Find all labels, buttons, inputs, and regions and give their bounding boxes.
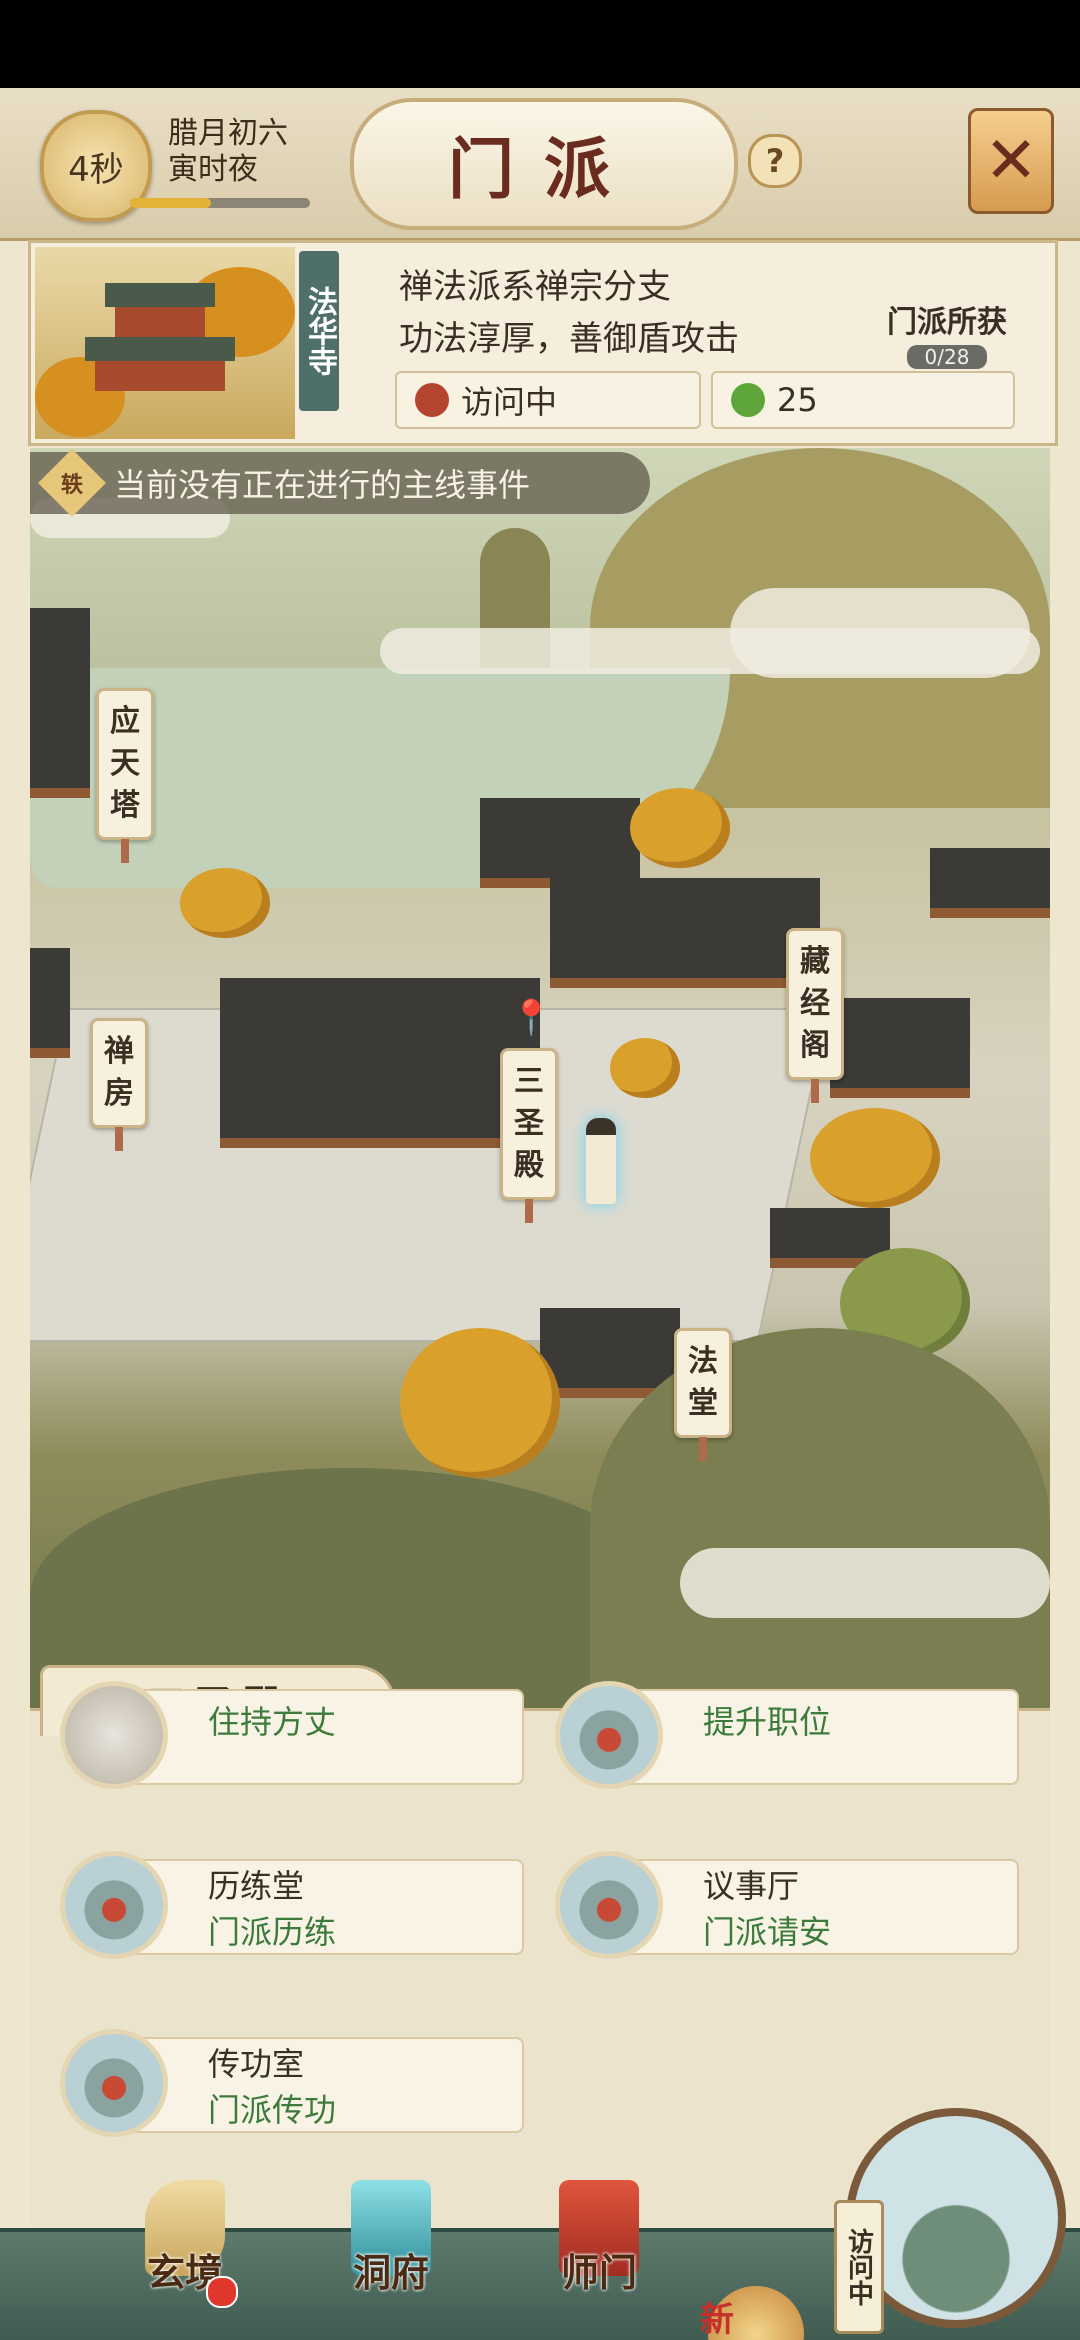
sect-description: 禅法派系禅宗分支 功法淳厚，善御盾攻击 bbox=[399, 261, 739, 365]
action-card-promote[interactable]: 提升职位 bbox=[555, 1681, 1019, 1789]
building-avatar bbox=[555, 1851, 663, 1959]
new-badge: 新 bbox=[700, 2300, 734, 2340]
ginkgo-tree bbox=[400, 1328, 560, 1478]
date-line-1: 腊月初六 bbox=[168, 116, 288, 151]
pagoda-building bbox=[30, 608, 90, 798]
nav-shimen[interactable]: 师门 bbox=[524, 2180, 674, 2332]
building-avatar bbox=[555, 1681, 663, 1789]
hall-building bbox=[550, 878, 820, 988]
lantern-icon bbox=[415, 383, 449, 417]
hall-building bbox=[480, 798, 640, 888]
visit-status-text: 访问中 bbox=[461, 383, 558, 421]
card-name: 传功室 bbox=[208, 2045, 305, 2083]
nav-world-label[interactable]: 人间 bbox=[880, 2336, 968, 2340]
action-label: 门派传功 bbox=[208, 2091, 337, 2129]
location-sign-yingtianta[interactable]: 应天塔 bbox=[96, 688, 154, 863]
game-date: 腊月初六 寅时夜 bbox=[168, 116, 288, 188]
cloud bbox=[730, 588, 1030, 678]
timer-text: 4秒 bbox=[68, 149, 124, 190]
ginkgo-tree bbox=[630, 788, 730, 868]
time-progress-bar bbox=[130, 198, 310, 208]
close-button[interactable]: ✕ bbox=[968, 108, 1054, 214]
sect-name-ribbon: 法华寺 bbox=[299, 251, 339, 411]
achievements-count: 0/28 bbox=[906, 345, 988, 369]
side-building bbox=[930, 848, 1050, 918]
notification-dot bbox=[206, 2276, 238, 2308]
nav-dongfu[interactable]: 洞府 bbox=[316, 2180, 466, 2332]
action-label: 门派历练 bbox=[208, 1913, 337, 1951]
jade-coin-icon bbox=[731, 383, 765, 417]
date-line-2: 寅时夜 bbox=[168, 152, 258, 187]
main-hall-building bbox=[220, 978, 540, 1148]
player-character[interactable] bbox=[586, 1118, 616, 1204]
help-icon[interactable]: ? bbox=[748, 134, 802, 188]
main-quest-banner[interactable]: 轶 当前没有正在进行的主线事件 bbox=[30, 449, 650, 517]
card-name: 议事厅 bbox=[703, 1867, 800, 1905]
location-sign-chanfang[interactable]: 禅房 bbox=[90, 1018, 148, 1151]
visiting-tag: 访问中 bbox=[834, 2200, 884, 2334]
sect-info-panel: 法华寺 禅法派系禅宗分支 功法淳厚，善御盾攻击 访问中 25 门派所获 0/28 bbox=[28, 240, 1058, 446]
sect-desc-line-1: 禅法派系禅宗分支 bbox=[399, 267, 671, 307]
ginkgo-tree bbox=[610, 1038, 680, 1098]
top-bar: 4秒 腊月初六 寅时夜 门派 ? ✕ bbox=[0, 88, 1080, 241]
time-progress-fill bbox=[130, 198, 211, 208]
sect-map[interactable]: 轶 当前没有正在进行的主线事件 应天塔 禅房 📍 三圣殿 藏经阁 法堂 bbox=[30, 448, 1050, 1708]
action-label: 门派请安 bbox=[703, 1913, 832, 1951]
location-sign-zangjingge[interactable]: 藏经阁 bbox=[786, 928, 844, 1103]
action-card-council-hall[interactable]: 议事厅 门派请安 bbox=[555, 1851, 1019, 1959]
game-screen: 4秒 腊月初六 寅时夜 门派 ? ✕ 法华寺 禅法派系禅宗分支 功法淳厚，善御盾… bbox=[0, 88, 1080, 2340]
ginkgo-tree bbox=[180, 868, 270, 938]
ginkgo-tree bbox=[810, 1108, 940, 1208]
building-avatar bbox=[60, 2029, 168, 2137]
action-card-teaching-room[interactable]: 传功室 门派传功 bbox=[60, 2029, 524, 2137]
meditation-building bbox=[30, 948, 70, 1058]
temple-illustration bbox=[35, 247, 295, 439]
close-icon: ✕ bbox=[984, 124, 1038, 198]
quest-badge: 轶 bbox=[38, 449, 106, 517]
action-card-abbot[interactable]: 住持方丈 bbox=[60, 1681, 524, 1789]
achievements-label: 门派所获 bbox=[887, 305, 1007, 340]
currency-value: 25 bbox=[777, 381, 818, 419]
location-sign-fatang[interactable]: 法堂 bbox=[674, 1328, 732, 1461]
currency-pill: 25 bbox=[711, 371, 1015, 429]
abbot-avatar bbox=[60, 1681, 168, 1789]
nav-xuanjing[interactable]: 玄境 bbox=[110, 2180, 260, 2332]
location-sign-sanshengdian[interactable]: 三圣殿 bbox=[500, 1048, 558, 1223]
quest-text: 当前没有正在进行的主线事件 bbox=[114, 466, 531, 504]
sect-achievements[interactable]: 门派所获 0/28 bbox=[887, 297, 1007, 369]
cloud bbox=[680, 1548, 1050, 1618]
location-pin-icon: 📍 bbox=[510, 998, 553, 1038]
action-card-training-hall[interactable]: 历练堂 门派历练 bbox=[60, 1851, 524, 1959]
action-label: 提升职位 bbox=[703, 1703, 832, 1741]
action-label: 住持方丈 bbox=[208, 1703, 337, 1741]
card-name: 历练堂 bbox=[208, 1867, 305, 1905]
page-title: 门派 bbox=[448, 130, 640, 208]
foreground-hills bbox=[590, 1328, 1050, 1708]
visit-status-pill[interactable]: 访问中 bbox=[395, 371, 701, 429]
sect-desc-line-2: 功法淳厚，善御盾攻击 bbox=[399, 319, 739, 359]
building-avatar bbox=[60, 1851, 168, 1959]
side-building bbox=[830, 998, 970, 1098]
page-title-plate: 门派 bbox=[350, 98, 738, 230]
